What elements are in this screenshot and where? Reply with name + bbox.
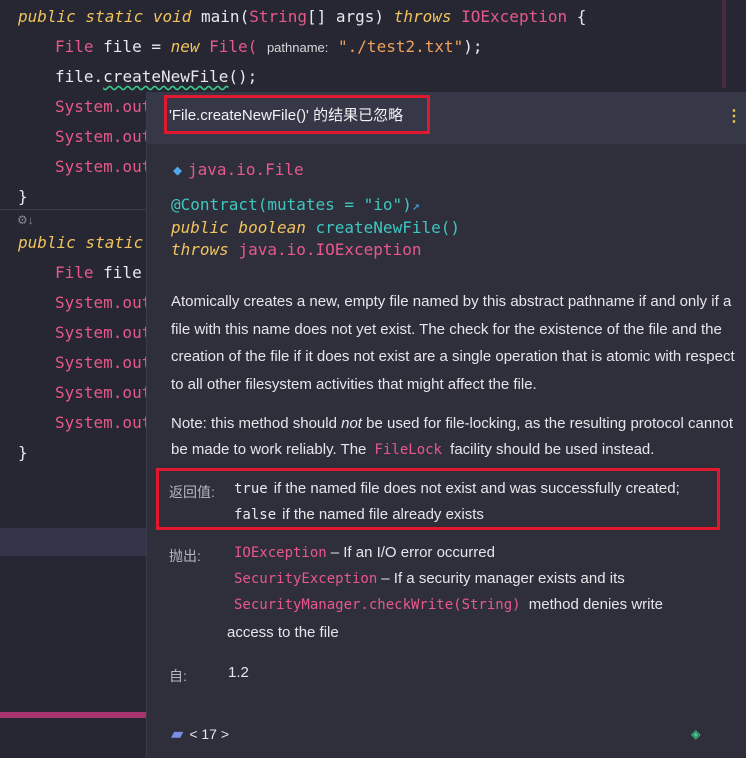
doc-class-name[interactable]: ◆ java.io.File [173,160,304,179]
securityexception-link[interactable]: SecurityException [234,571,377,587]
more-vertical-icon[interactable]: ⋮ [726,106,742,126]
code-line-14: System.out [55,413,152,432]
throws-ioexception: IOException – If an I/O error occurred [234,544,495,561]
code-line-8: public static [18,233,144,252]
doc-description: Atomically creates a new, empty file nam… [171,293,735,393]
checkwrite-link[interactable]: SecurityManager.checkWrite(String) [234,597,521,613]
throws-checkwrite: SecurityManager.checkWrite(String) metho… [234,596,663,613]
code-line-15: } [18,443,28,462]
code-line-11: System.out [55,323,152,342]
code-line-4: System.out [55,97,152,116]
code-line-5: System.out [55,127,152,146]
current-line-highlight [0,528,160,556]
code-line-1: public static void main(String[] args) t… [18,7,587,26]
code-line-9: File file [55,263,142,282]
signature-throws: throws java.io.IOException [171,240,422,259]
code-line-3: file.createNewFile(); [55,67,258,86]
throws-securityexception: SecurityException – If a security manager… [234,570,625,587]
ioexception-link[interactable]: IOException [234,545,327,561]
param-hint: pathname: [266,40,329,55]
doc-note: Note: this method should not be used for… [171,415,734,458]
external-link-icon[interactable]: ↗ [412,199,420,214]
returns-false: false if the named file already exists [234,506,484,523]
since-value: 1.2 [228,664,249,681]
signature-annotation: @Contract(mutates = "io")↗ [171,195,420,214]
scrollbar-marker [722,0,726,88]
code-line-12: System.out [55,353,152,372]
documentation-popup[interactable]: 'File.createNewFile()' 的结果已忽略 ⋮ ◆ java.io… [146,92,746,758]
ignored-result-call: createNewFile [103,67,229,86]
throws-checkwrite-cont: access to the file [227,624,339,641]
doc-navigation[interactable]: ▰ < 17 > [171,724,229,744]
throws-label: 抛出: [169,548,201,564]
returns-true: true if the named file does not exist and… [234,480,680,497]
highlight-box-warning [164,95,430,134]
horizontal-scroll-marker [0,712,160,718]
code-line-10: System.out [55,293,152,312]
gutter-icons[interactable]: ⚙↓ [17,213,34,227]
folder-icon[interactable]: ▰ [171,726,183,743]
code-line-2: File file = new File( pathname: "./test2… [55,37,483,56]
version-nav[interactable]: < 17 > [189,726,229,742]
class-cube-icon: ◆ [173,161,183,179]
returns-label: 返回值: [169,484,215,500]
since-label: 自: [169,668,187,684]
code-line-13: System.out [55,383,152,402]
java-file-icon[interactable]: ◈ [691,724,701,743]
code-line-7: } [18,187,28,206]
signature-method: public boolean createNewFile() [171,218,460,237]
method-separator [0,209,160,210]
code-line-6: System.out [55,157,152,176]
